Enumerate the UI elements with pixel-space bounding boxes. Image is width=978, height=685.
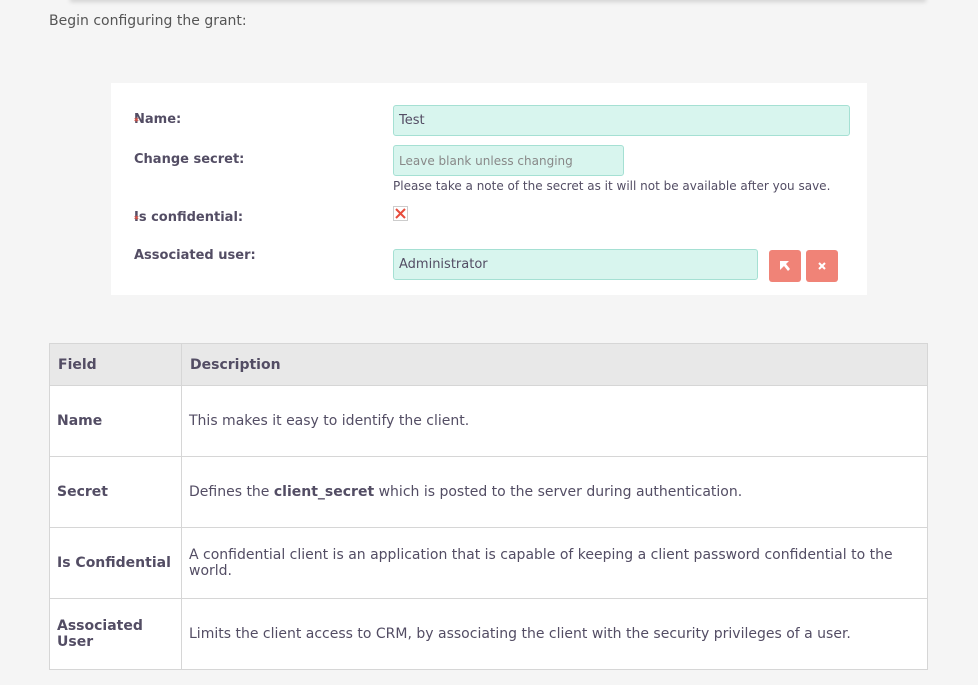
desc-bold-term: client_secret [273, 484, 375, 500]
secret-input[interactable]: Leave blank unless changing [393, 145, 624, 176]
table-row: Associated User Limits the client access… [49, 598, 928, 670]
table-row: Is Confidential A confidential client is… [49, 527, 928, 599]
row-description: A confidential client is an application … [181, 527, 928, 599]
name-input[interactable]: Test [393, 105, 850, 136]
header-field: Field [49, 343, 182, 386]
user-input[interactable]: Administrator [393, 249, 758, 280]
row-field: Is Confidential [49, 527, 182, 599]
table-row: Name This makes it easy to identify the … [49, 385, 928, 457]
field-description-table: Field Description Name This makes it eas… [49, 343, 928, 670]
select-user-button[interactable] [769, 250, 801, 282]
name-label-text: Name: [134, 112, 182, 127]
table-row: Secret Defines the client_secret which i… [49, 456, 928, 528]
header-description: Description [181, 343, 928, 386]
arrow-select-icon [780, 261, 790, 271]
intro-text: Begin configuring the grant: [49, 13, 247, 29]
confidential-label: * Is confidential: [134, 210, 243, 225]
secret-label: Change secret: [134, 152, 245, 167]
desc-text: Defines the [189, 484, 274, 500]
row-description: Limits the client access to CRM, by asso… [181, 598, 928, 670]
confidential-label-text: Is confidential: [134, 210, 244, 225]
row-field: Name [49, 385, 182, 457]
row-description: Defines the client_secret which is poste… [181, 456, 928, 528]
grant-form-panel: * Name: Test Change secret: Leave blank … [111, 83, 867, 295]
clear-user-button[interactable] [806, 250, 838, 282]
confidential-checkbox[interactable] [393, 206, 408, 221]
row-description: This makes it easy to identify the clien… [181, 385, 928, 457]
required-marker: * [134, 117, 139, 127]
desc-text: which is posted to the server during aut… [374, 484, 743, 500]
close-icon [818, 262, 826, 270]
x-mark-icon [395, 208, 406, 219]
user-label: Associated user: [134, 248, 256, 263]
name-label: * Name: [134, 112, 181, 127]
table-header-row: Field Description [49, 343, 928, 386]
row-field: Associated User [49, 598, 182, 670]
row-field: Secret [49, 456, 182, 528]
required-marker: * [134, 215, 139, 225]
secret-help-text: Please take a note of the secret as it w… [393, 179, 831, 193]
